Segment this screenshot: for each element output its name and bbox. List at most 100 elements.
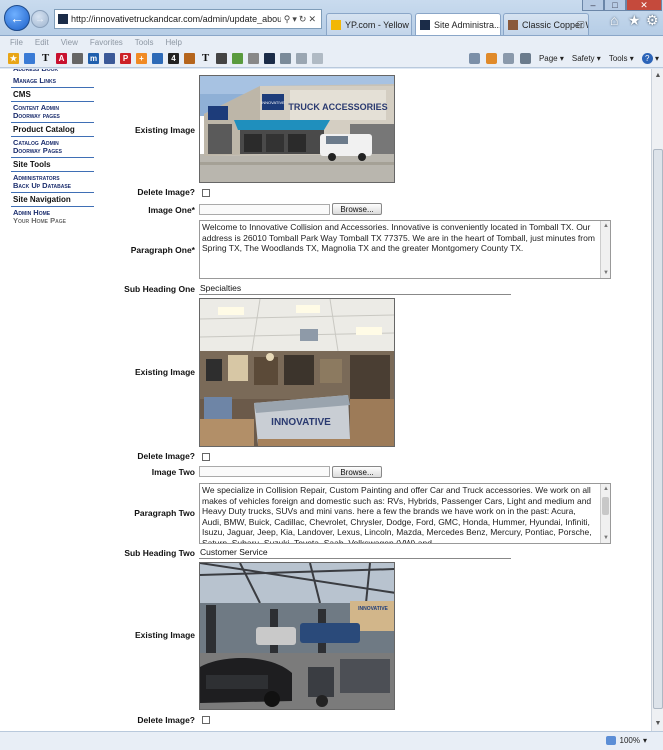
bookmark-icon-14[interactable] <box>280 52 291 64</box>
existing-image-label: Existing Image <box>135 125 195 135</box>
tab-label: Site Administra... <box>434 19 501 30</box>
paragraph-one-text: Welcome to Innovative Collision and Acce… <box>202 222 595 253</box>
image-one-file-input[interactable] <box>199 204 330 215</box>
paragraph-two-text: We specialize in Collision Repair, Custo… <box>202 485 592 544</box>
menu-help[interactable]: Help <box>165 38 181 47</box>
paragraph-two-scrollbar[interactable]: ▲ ▼ <box>600 484 610 543</box>
paragraph-one-textarea[interactable]: Welcome to Innovative Collision and Acce… <box>199 220 611 279</box>
minimize-button[interactable]: – <box>582 0 604 11</box>
scroll-down-icon[interactable]: ▼ <box>653 718 663 730</box>
bookmark-icon-16[interactable] <box>312 52 323 64</box>
menu-tools[interactable]: Tools <box>135 38 154 47</box>
bookmark-icon-10[interactable] <box>216 52 227 64</box>
paragraph-one-label: Paragraph One* <box>130 245 195 255</box>
existing-image-label: Existing Image <box>135 630 195 640</box>
maximize-button[interactable]: □ <box>604 0 626 11</box>
storefront-sign-text: TRUCK ACCESSORIES <box>288 102 387 112</box>
pinterest-icon[interactable]: P <box>120 52 131 64</box>
copper-tab-icon <box>508 19 518 30</box>
sub-heading-one-input[interactable]: Specialties <box>199 283 511 295</box>
page-scrollbar[interactable]: ▲ ▼ <box>651 69 663 731</box>
close-window-button[interactable]: ✕ <box>626 0 662 11</box>
shop-brand-text: INNOVATIVE <box>358 606 388 612</box>
forward-button[interactable]: → <box>31 10 49 28</box>
sidebar-heading-cms: CMS <box>13 90 31 99</box>
bookmark-icon-6[interactable]: + <box>136 52 147 64</box>
storefront-brand-text: INNOVATIVE <box>261 100 285 105</box>
bookmark-icon-4[interactable]: m <box>88 52 99 64</box>
home-icon[interactable]: ⌂ <box>610 12 618 28</box>
sidebar-heading-site-tools: Site Tools <box>13 160 51 169</box>
tab-yp[interactable]: YP.com - Yellow P... <box>326 13 412 35</box>
image-two-file-input[interactable] <box>199 466 330 477</box>
scroll-down-icon[interactable]: ▼ <box>603 533 609 544</box>
menu-edit[interactable]: Edit <box>35 38 49 47</box>
help-menu[interactable]: ? ▾ <box>641 53 659 64</box>
bookmark-icon-11[interactable] <box>232 52 243 64</box>
delete-image-checkbox[interactable] <box>202 716 210 724</box>
tab-site-admin[interactable]: Site Administra... ✕ <box>415 13 501 35</box>
paragraph-two-textarea[interactable]: We specialize in Collision Repair, Custo… <box>199 483 611 544</box>
sidebar-item-your-home-page[interactable]: Your Home Page <box>0 217 97 225</box>
browser-window: ← → http://innovativetruckandcar.com/adm… <box>0 0 663 750</box>
address-bar[interactable]: http://innovativetruckandcar.com/admin/u… <box>54 9 322 29</box>
sidebar-divider <box>11 122 94 123</box>
storefront-image: TRUCK ACCESSORIES INNOVATIVE <box>199 75 395 183</box>
tab-classic-copper[interactable]: Classic Copper W... ▢ <box>503 13 589 35</box>
bookmark-icon-1[interactable] <box>24 52 35 64</box>
bookmark-icon-13[interactable] <box>264 52 275 64</box>
print-icon[interactable] <box>519 53 531 64</box>
paragraph-one-scrollbar[interactable]: ▲ ▼ <box>600 221 610 278</box>
command-bar: Page ▾ Safety ▾ Tools ▾ ? ▾ <box>463 50 659 67</box>
back-button[interactable]: ← <box>4 5 30 31</box>
gear-icon[interactable]: ⚙ <box>646 12 659 29</box>
mail-icon[interactable] <box>502 53 514 64</box>
bookmark-icon-15[interactable] <box>296 52 307 64</box>
delete-image-checkbox[interactable] <box>202 189 210 197</box>
delete-image-label: Delete Image? <box>137 187 195 197</box>
feeds-icon[interactable] <box>485 53 497 64</box>
status-bar: 100% ▾ <box>0 731 663 750</box>
add-favorite-icon[interactable]: ★ <box>8 52 19 64</box>
bookmark-icon-12[interactable] <box>248 52 259 64</box>
bookmark-icon-9[interactable] <box>184 52 195 64</box>
scroll-up-icon[interactable]: ▲ <box>653 70 663 82</box>
sidebar-item-catalog-doorway[interactable]: Doorway Pages <box>0 147 97 155</box>
nyt-icon[interactable]: T <box>40 52 51 64</box>
favorites-star-icon[interactable]: ★ <box>628 12 641 29</box>
bookmark-icon-2[interactable]: A <box>56 52 67 64</box>
scroll-up-icon[interactable]: ▲ <box>603 221 609 232</box>
bookmark-icon-3[interactable] <box>72 52 83 64</box>
zoom-control[interactable]: 100% ▾ <box>605 736 647 745</box>
scroll-up-icon[interactable]: ▲ <box>603 484 609 495</box>
image-two-browse-button[interactable]: Browse... <box>332 466 382 478</box>
shop-image: INNOVATIVE <box>199 562 395 710</box>
bookmark-icon-5[interactable] <box>104 52 115 64</box>
sidebar-item-doorway-pages[interactable]: Doorway pages <box>0 112 97 120</box>
menu-view[interactable]: View <box>61 38 78 47</box>
new-tab-icon[interactable]: ▢ <box>576 19 585 30</box>
page-scroll-thumb[interactable] <box>653 149 663 709</box>
interior-photo: INNOVATIVE <box>200 299 394 446</box>
safety-menu[interactable]: Safety ▾ <box>572 54 601 63</box>
chevron-down-icon: ▾ <box>642 736 647 745</box>
menu-file[interactable]: File <box>10 38 23 47</box>
sub-heading-two-input[interactable]: Customer Service <box>199 547 511 559</box>
address-tools-icons[interactable]: ⚲▾↻✕ <box>281 14 321 25</box>
delete-image-checkbox[interactable] <box>202 453 210 461</box>
shop-floor-photo: INNOVATIVE <box>200 563 394 709</box>
interior-image: INNOVATIVE <box>199 298 395 447</box>
nyt-icon-2[interactable]: T <box>200 52 211 64</box>
bookmark-icon-8[interactable]: 4 <box>168 52 179 64</box>
home-page-icon[interactable] <box>468 53 480 64</box>
sidebar-divider <box>11 101 94 102</box>
page-menu[interactable]: Page ▾ <box>539 54 564 63</box>
menu-favorites[interactable]: Favorites <box>90 38 123 47</box>
image-one-browse-button[interactable]: Browse... <box>332 203 382 215</box>
sidebar-item-manage-links[interactable]: Manage Links <box>0 77 97 85</box>
address-url[interactable]: http://innovativetruckandcar.com/admin/u… <box>71 14 281 24</box>
bookmark-icon-7[interactable] <box>152 52 163 64</box>
tools-menu[interactable]: Tools ▾ <box>609 54 634 63</box>
scroll-down-icon[interactable]: ▼ <box>603 268 609 279</box>
paragraph-two-scroll-thumb[interactable] <box>602 497 609 515</box>
